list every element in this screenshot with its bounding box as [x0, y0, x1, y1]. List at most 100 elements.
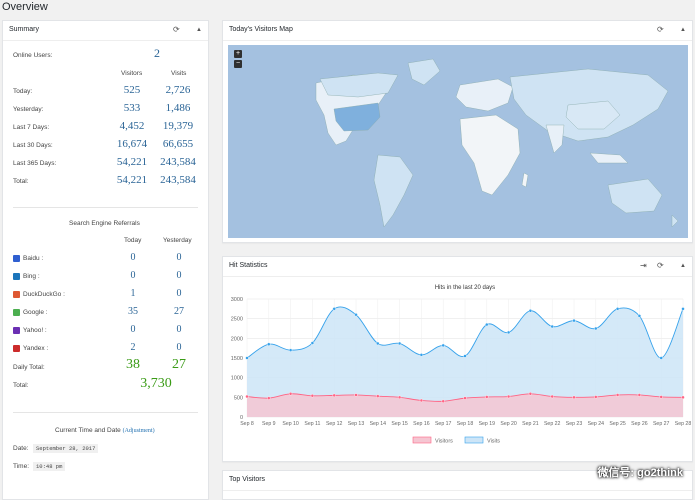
data-point	[594, 326, 598, 331]
x-tick-label: Sep 27	[653, 421, 670, 427]
search-engine-today: 0	[130, 270, 136, 281]
stat-row-visitors: 525	[123, 84, 141, 96]
online-users-value: 2	[154, 46, 160, 60]
data-point	[288, 392, 293, 396]
stat-row-visits: 243,584	[160, 174, 196, 186]
data-point	[485, 395, 489, 399]
stat-row-visitors: 533	[123, 102, 141, 114]
data-point	[550, 394, 554, 399]
zoom-in-button[interactable]: +	[234, 50, 242, 58]
search-engine-yesterday: 0	[176, 342, 182, 353]
data-point	[681, 307, 685, 311]
y-tick-label: 2500	[231, 317, 243, 323]
data-point	[245, 394, 249, 399]
collapse-icon[interactable]: ▲	[196, 25, 202, 35]
hits-chart: Hits in the last 20 days0500100015002000…	[231, 285, 692, 445]
adjustment-link[interactable]: (Adjustment)	[123, 428, 155, 434]
map-new-zealand	[671, 214, 679, 228]
summary-title: Summary	[9, 26, 39, 33]
total-label: Total:	[13, 382, 29, 389]
legend-swatch	[464, 436, 484, 444]
search-engine-label: Yahoo! :	[23, 327, 47, 334]
x-tick-label: Sep 20	[500, 421, 517, 427]
summary-header: Summary ⟳ ▲	[3, 21, 208, 41]
online-users-label: Online Users:	[13, 52, 53, 59]
col-today-header: Today	[124, 237, 142, 244]
search-engine-icon	[13, 327, 20, 334]
x-tick-label: Sep 22	[544, 421, 561, 427]
stat-row-visits: 66,655	[162, 138, 194, 150]
map-header: Today's Visitors Map ⟳ ▲	[223, 21, 692, 41]
stat-row-label: Yesterday:	[13, 106, 44, 113]
daily-total-label: Daily Total:	[13, 364, 45, 371]
y-tick-label: 1500	[231, 356, 243, 362]
world-map-svg	[315, 58, 679, 228]
data-point	[528, 309, 533, 313]
map-indonesia	[589, 152, 629, 164]
stat-row-label: Total:	[13, 178, 29, 185]
refresh-icon[interactable]: ⟳	[173, 25, 180, 35]
visitors-map-box: Today's Visitors Map ⟳ ▲ + −	[222, 20, 693, 243]
data-point	[376, 394, 380, 398]
search-engine-yesterday: 0	[176, 324, 182, 335]
data-point	[572, 395, 576, 400]
time-date-title-text: Current Time and Date	[55, 427, 121, 434]
data-point	[463, 354, 467, 358]
zoom-out-button[interactable]: −	[234, 60, 242, 68]
data-point	[310, 341, 315, 345]
data-point	[615, 393, 620, 397]
map-europe	[455, 78, 514, 112]
data-point	[419, 353, 424, 357]
x-tick-label: Sep 13	[348, 421, 365, 427]
data-point	[354, 313, 358, 317]
collapse-icon[interactable]: ▲	[680, 261, 686, 271]
stat-row-label: Last 365 Days:	[13, 160, 57, 167]
refresh-icon[interactable]: ⟳	[657, 261, 664, 271]
data-point	[267, 342, 271, 346]
hits-title: Hit Statistics	[229, 262, 268, 269]
data-point	[310, 394, 315, 398]
data-point	[637, 393, 642, 397]
data-point	[572, 318, 576, 323]
search-engine-label: Google :	[23, 309, 48, 316]
stat-row-label: Today:	[13, 88, 33, 95]
map-south-america	[373, 154, 414, 228]
x-tick-label: Sep 15	[391, 421, 408, 427]
se-referrals-title: Search Engine Referrals	[69, 220, 140, 227]
map-greenland	[407, 58, 441, 86]
map-canada	[319, 72, 399, 98]
x-tick-label: Sep 11	[304, 421, 320, 427]
stat-row-visitors: 54,221	[116, 156, 148, 168]
data-point	[615, 307, 620, 311]
collapse-icon[interactable]: ▲	[680, 25, 686, 35]
time-label: Time:	[13, 463, 30, 470]
stat-row-visits: 243,584	[160, 156, 196, 168]
data-point	[659, 356, 663, 360]
date-value: September 28, 2017	[33, 444, 99, 453]
daily-total-today: 38	[126, 357, 140, 372]
map-india	[545, 124, 565, 154]
search-engine-label: Baidu :	[23, 255, 44, 262]
legend-swatch	[412, 436, 432, 444]
search-engine-yesterday: 0	[176, 270, 182, 281]
data-point	[506, 394, 511, 399]
time-date-title: Current Time and Date (Adjustment)	[55, 427, 155, 434]
x-tick-label: Sep 23	[566, 421, 583, 427]
legend-label: Visits	[487, 439, 500, 445]
x-tick-label: Sep 26	[631, 421, 648, 427]
data-point	[245, 356, 249, 360]
date-label: Date:	[13, 445, 29, 452]
x-tick-label: Sep 18	[457, 421, 474, 427]
hits-header: Hit Statistics ⇥ ⟳ ▲	[223, 257, 692, 277]
export-icon[interactable]: ⇥	[640, 261, 647, 271]
data-point	[681, 395, 685, 400]
world-map[interactable]	[228, 45, 688, 238]
x-tick-label: Sep 19	[479, 421, 496, 427]
stat-row-visits: 2,726	[165, 84, 191, 96]
refresh-icon[interactable]: ⟳	[657, 25, 664, 35]
y-tick-label: 1000	[231, 376, 243, 382]
col-visits-header: Visits	[171, 70, 187, 77]
total-value: 3,730	[140, 376, 172, 391]
data-point	[659, 395, 663, 399]
x-tick-label: Sep 25	[609, 421, 626, 427]
